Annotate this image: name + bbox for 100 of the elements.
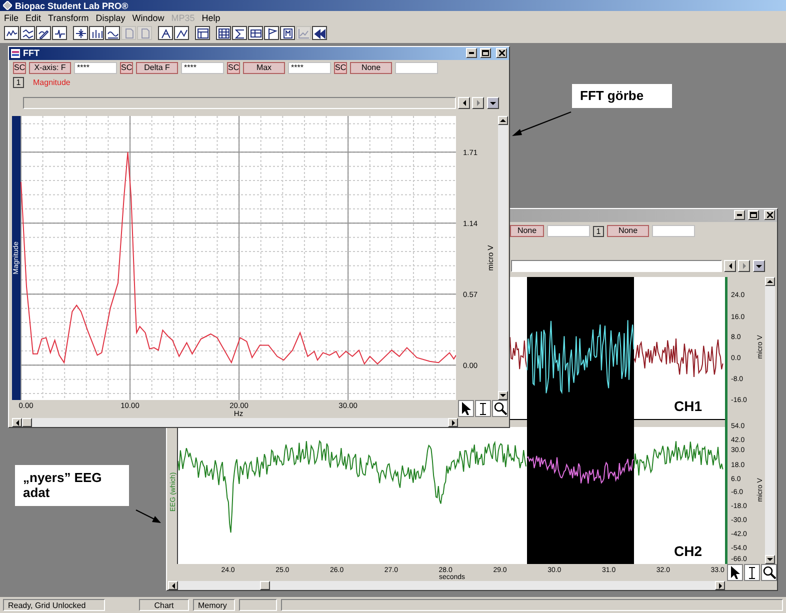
pointer-tool[interactable] <box>458 400 474 417</box>
left-arrow-icon <box>728 263 732 270</box>
toolbar-button[interactable] <box>174 26 189 40</box>
annotation-label: FFT görbe <box>572 84 672 108</box>
channel-label: CH1 <box>674 398 702 414</box>
menu-item[interactable]: Edit <box>26 12 42 22</box>
toolbar-button[interactable] <box>264 26 279 40</box>
toolbar-button[interactable] <box>36 26 51 40</box>
measurement-value: **** <box>74 62 117 74</box>
waves-icon <box>22 28 34 38</box>
pointer-icon <box>462 402 470 415</box>
app-title: Biopac Student Lab PRO® <box>15 0 128 10</box>
measurement-value: **** <box>181 62 224 74</box>
layout-icon <box>196 28 208 38</box>
channel-button[interactable]: SC <box>13 62 26 74</box>
lambda-icon <box>160 28 172 38</box>
measurement-value <box>652 225 695 237</box>
left-arrow-icon <box>462 100 466 106</box>
text-cursor-tool[interactable] <box>744 564 760 581</box>
toolbar-button[interactable] <box>73 26 88 40</box>
menu-item[interactable]: Display <box>96 12 126 22</box>
channel-label: CH2 <box>674 543 702 559</box>
text-cursor-tool[interactable] <box>475 400 491 417</box>
status-text: Ready, Grid Unlocked <box>3 599 105 611</box>
status-text: Memory <box>193 599 235 611</box>
window-icon <box>11 48 20 58</box>
toolbar-button[interactable] <box>158 26 173 40</box>
maximize-icon <box>750 212 757 218</box>
down-arrow-icon <box>500 394 506 397</box>
toolbar-button[interactable] <box>89 26 104 40</box>
channel-button[interactable]: 1 <box>13 76 24 88</box>
right-button[interactable] <box>472 97 484 110</box>
toolbar-button[interactable] <box>232 26 247 40</box>
scroll-left-button[interactable] <box>12 418 22 427</box>
page-icon <box>122 28 134 38</box>
scroll-right-button[interactable] <box>715 581 725 590</box>
close-icon <box>766 212 772 218</box>
measurement-button[interactable]: None <box>350 62 392 74</box>
scroll-down-button[interactable] <box>498 391 508 400</box>
zoom-tool[interactable] <box>492 400 508 417</box>
scroll-down-button[interactable] <box>765 555 775 564</box>
menu-item[interactable]: File <box>4 12 19 22</box>
arrow <box>134 508 162 526</box>
channel-button[interactable]: SC <box>334 62 347 74</box>
right-button[interactable] <box>738 260 750 272</box>
menu-item[interactable]: Window <box>132 12 164 22</box>
rewind-icon <box>314 28 326 38</box>
arrow <box>511 110 573 138</box>
toolbar-button[interactable] <box>248 26 263 40</box>
zoom-tool[interactable] <box>761 564 777 581</box>
grid-icon <box>218 28 230 38</box>
scroll-thumb[interactable] <box>260 581 270 590</box>
toolbar-button[interactable] <box>280 26 295 40</box>
minimize-icon <box>469 52 474 54</box>
sum-icon <box>234 28 246 38</box>
measurement-value <box>547 225 590 237</box>
annotation-label: „nyers” EEG adat <box>15 465 129 506</box>
channel-button[interactable]: 1 <box>593 226 604 236</box>
dropdown-button[interactable] <box>753 260 765 272</box>
measurement-button[interactable]: None <box>607 225 649 237</box>
toolbar-button[interactable] <box>20 26 35 40</box>
channel-button[interactable]: SC <box>120 62 133 74</box>
scroll-thumb[interactable] <box>22 418 32 427</box>
marker-icon <box>282 28 294 38</box>
up-arrow-icon <box>500 119 506 122</box>
close-button[interactable] <box>496 48 507 58</box>
toolbar-button[interactable] <box>312 26 327 40</box>
right-arrow-icon <box>718 582 722 588</box>
scroll-right-button[interactable] <box>448 418 458 427</box>
status-text: Chart <box>139 599 189 611</box>
channel-label: Magnitude <box>33 78 70 87</box>
minimize-button[interactable] <box>466 48 477 58</box>
menu-item[interactable]: Help <box>202 12 220 22</box>
flag-icon <box>266 28 278 38</box>
toolbar-button[interactable] <box>4 26 19 40</box>
measurement-button[interactable]: None <box>510 225 544 237</box>
scroll-up-button[interactable] <box>498 116 508 125</box>
toolbar-button[interactable] <box>105 26 120 40</box>
left-arrow-icon <box>16 420 18 426</box>
magnifier-icon <box>762 566 776 579</box>
right-arrow-icon <box>452 420 454 426</box>
measurement-button[interactable]: Delta F <box>136 62 178 74</box>
status-panel <box>239 599 277 611</box>
close-icon <box>498 50 504 56</box>
toolbar-button[interactable] <box>52 26 67 40</box>
maximize-button[interactable] <box>480 48 491 58</box>
toolbar-button[interactable] <box>216 26 231 40</box>
dropdown-icon <box>756 264 762 268</box>
toolbar-button[interactable] <box>195 26 210 40</box>
scroll-left-button[interactable] <box>168 581 178 590</box>
left-button[interactable] <box>724 260 736 272</box>
measurement-button[interactable]: Max <box>243 62 285 74</box>
pointer-tool[interactable] <box>727 564 743 581</box>
channel-button[interactable]: SC <box>227 62 240 74</box>
left-button[interactable] <box>458 97 470 110</box>
scroll-up-button[interactable] <box>765 277 775 286</box>
menu-item[interactable]: Transform <box>48 12 89 22</box>
dropdown-button[interactable] <box>487 97 499 110</box>
maximize-icon <box>482 50 489 56</box>
measurement-button[interactable]: X-axis: F <box>29 62 71 74</box>
